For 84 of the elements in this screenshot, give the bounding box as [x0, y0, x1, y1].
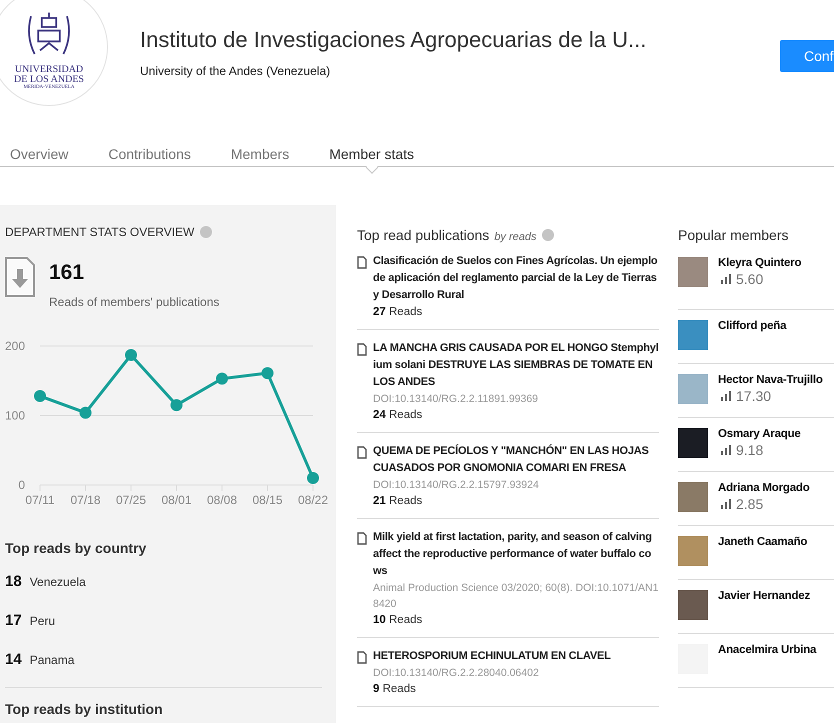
sort-label: by reads [494, 231, 537, 243]
bar-chart-icon [721, 274, 731, 284]
x-axis-label: 07/18 [70, 493, 101, 507]
data-point [262, 367, 274, 380]
photo-placeholder[interactable] [678, 482, 708, 512]
x-axis-label: 08/01 [161, 493, 192, 507]
y-axis-label: 0 [18, 478, 25, 492]
read-count: 10 Reads [373, 613, 424, 628]
publication-meta: Animal Production Science 03/2020; 60(8). DOI:10.1071/AN18420 [373, 581, 659, 612]
document-icon [357, 532, 367, 545]
member-score: 5.60 [736, 271, 764, 287]
data-point [34, 390, 46, 402]
member-name[interactable]: Adriana Morgado [718, 482, 810, 494]
member-score: 17.30 [736, 388, 772, 404]
section-heading: Top read publications [357, 227, 490, 243]
section-heading: Top reads by institution [5, 701, 164, 717]
member-name[interactable]: Janeth Caamaño [718, 536, 808, 548]
y-axis-label: 200 [4, 339, 25, 353]
logo-text: UNIVERSIDAD [14, 65, 84, 75]
photo-placeholder[interactable] [678, 428, 708, 458]
member-score: 9.18 [736, 442, 764, 458]
country-name: Panama [30, 653, 74, 667]
institution-title: Instituto de Investigaciones Agropecuarias de la U... [140, 27, 646, 53]
publication-meta: DOI:10.13140/RG.2.2.15797.93924 [373, 478, 540, 493]
x-axis-label: 07/25 [116, 493, 146, 507]
photo-placeholder[interactable] [678, 374, 708, 404]
tab[interactable]: Contributions [108, 130, 191, 166]
publication-meta: DOI:10.13140/RG.2.2.28040.06402 [373, 666, 540, 681]
document-icon [357, 256, 367, 269]
info-icon[interactable] [542, 229, 554, 241]
logo-text: DE LOS ANDES [14, 75, 84, 85]
read-count: 21 Reads [373, 494, 424, 509]
total-reads-label: Reads of members' publications [49, 295, 220, 309]
photo-placeholder[interactable] [678, 257, 708, 287]
publication-title[interactable]: Clasificación de Suelos con Fines Agrícolas. Un ejemplo de aplicación del reglamento parcial de la Ley de Tierras y Desarrollo Rural [373, 253, 659, 304]
section-heading: Top reads by country [5, 540, 148, 556]
tab[interactable]: Overview [10, 130, 68, 166]
country-name: Peru [30, 614, 56, 628]
publication-title[interactable]: QUEMA DE PECÍOLOS Y "MANCHÓN" EN LAS HOJAS CUASADOS POR GNOMONIA COMARI EN FRESA [373, 443, 659, 477]
download-document-icon [5, 257, 35, 297]
read-count: 27 Reads [373, 305, 424, 320]
member-name[interactable]: Hector Nava-Trujillo [718, 374, 823, 386]
document-icon [357, 446, 367, 459]
data-point [307, 472, 319, 484]
publication-title[interactable]: LA MANCHA GRIS CAUSADA POR EL HONGO Stemphylium solani DESTRUYE LAS SIEMBRAS DE TOMATE EN LOS ANDES [373, 340, 659, 391]
university-link[interactable]: University of the Andes (Venezuela) [140, 64, 646, 78]
x-axis-label: 08/22 [298, 493, 328, 507]
info-icon[interactable] [200, 226, 212, 238]
read-count: 24 Reads [373, 408, 424, 423]
document-icon [357, 343, 367, 356]
country-name: Venezuela [30, 575, 86, 589]
bar-chart-icon [721, 445, 731, 455]
x-axis-label: 07/11 [25, 493, 55, 507]
read-count: 18 [5, 573, 22, 590]
publication-title[interactable]: Milk yield at first lactation, parity, and season of calving affect the reproductive performance of water buffalo cows [373, 529, 659, 580]
data-point [80, 406, 92, 419]
read-count: 17 [5, 612, 22, 629]
x-axis-label: 08/08 [206, 493, 238, 507]
section-heading: DEPARTMENT STATS OVERVIEW [5, 225, 194, 239]
photo-placeholder[interactable] [678, 536, 708, 566]
member-name[interactable]: Clifford peña [718, 320, 786, 332]
section-heading: Popular members [678, 227, 790, 243]
data-point [216, 372, 228, 385]
read-count: 14 [5, 651, 22, 668]
document-icon [357, 651, 367, 664]
member-name[interactable]: Kleyra Quintero [718, 257, 802, 269]
y-axis-label: 100 [4, 408, 25, 422]
tab[interactable]: Members [230, 130, 290, 166]
x-axis-label: 08/15 [252, 493, 283, 507]
read-count: 9 Reads [373, 682, 417, 697]
data-point [170, 399, 182, 412]
member-name[interactable]: Anacelmira Urbina [718, 644, 816, 656]
photo-placeholder[interactable] [678, 320, 708, 350]
bar-chart-icon [721, 391, 731, 401]
photo-placeholder[interactable] [678, 590, 708, 620]
tab[interactable]: Member stats [329, 130, 414, 166]
total-reads: 161 [49, 261, 86, 285]
publication-title[interactable]: HETEROSPORIUM ECHINULATUM EN CLAVEL [373, 648, 611, 665]
data-point [125, 349, 137, 362]
member-name[interactable]: Javier Hernandez [718, 590, 810, 602]
bar-chart-icon [721, 499, 731, 509]
member-name[interactable]: Osmary Araque [718, 428, 801, 440]
publication-meta: DOI:10.13140/RG.2.2.11891.99369 [373, 392, 540, 407]
member-score: 2.85 [736, 496, 764, 512]
